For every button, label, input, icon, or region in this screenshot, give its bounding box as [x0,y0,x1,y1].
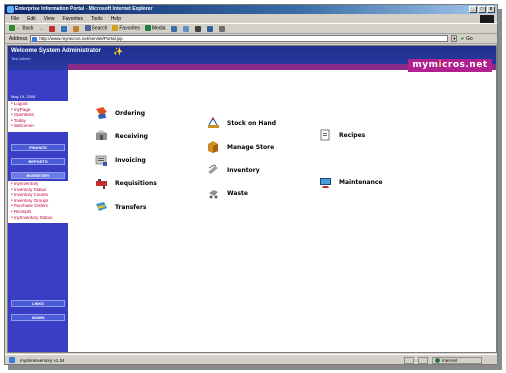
sidebar: May 19, 2005 Logout myPage OpenBots Toda… [8,70,68,352]
star-icon [112,25,119,32]
sidebar-button-links[interactable]: LINKS [11,300,65,307]
menu-edit[interactable]: Edit [27,16,36,22]
status-pane [418,356,428,364]
user-icon: ✨ [113,47,123,56]
media-icon [144,25,151,32]
menu-item-maintenance[interactable]: Maintenance [318,175,383,189]
address-input[interactable]: http://www.mymicros.net/servlet/Portal.j… [30,35,449,42]
recipes-icon [320,129,330,141]
history-icon[interactable] [170,25,177,32]
ie-icon [7,6,14,13]
menu-help[interactable]: Help [111,16,121,22]
windows-logo-icon [480,15,494,23]
window-controls: _ □ x [469,6,495,13]
window-title: Enterprise Information Portal - Microsof… [15,6,153,12]
stock-on-hand-icon [208,116,219,128]
go-button[interactable]: ➤ Go [460,36,472,42]
page-viewport: Welcome System Administrator Test Admin … [7,45,497,353]
back-button[interactable]: ← Back [9,25,34,32]
menu-item-requisitions[interactable]: Requisitions [94,176,157,190]
browser-window: Enterprise Information Portal - Microsof… [4,4,498,365]
menu-item-invoicing[interactable]: Invoicing [94,153,146,167]
waste-icon [209,190,218,199]
status-bar: mySimInventory v1.34 Internet [5,354,497,364]
menu-item-recipes[interactable]: Recipes [318,128,365,142]
home-icon[interactable] [72,25,79,32]
go-arrow-icon: ➤ [460,35,465,42]
address-bar: Address http://www.mymicros.net/servlet/… [5,34,497,44]
sidebar-button-admin[interactable]: ADMIN [11,314,65,321]
sidebar-link-welcome[interactable]: Welcome! [8,123,68,129]
print-icon[interactable] [194,25,201,32]
security-zone: Internet [432,356,482,364]
search-icon [84,25,91,32]
requisitions-icon [96,179,107,189]
refresh-icon[interactable] [60,25,67,32]
page-header: Welcome System Administrator Test Admin … [8,46,496,72]
back-arrow-icon [9,25,15,32]
address-label: Address [9,35,28,42]
title-bar: Enterprise Information Portal - Microsof… [5,5,497,14]
menu-tools[interactable]: Tools [91,16,103,22]
maintenance-icon [320,178,331,188]
media-button[interactable]: Media [144,25,166,32]
minimize-button[interactable]: _ [469,6,477,13]
menu-item-stock-on-hand[interactable]: Stock on Hand [206,116,276,130]
status-pane [404,356,414,364]
mail-icon[interactable] [182,25,189,32]
page-icon [32,36,38,42]
toolbar: ← Back → Search Favorites Media [5,23,497,34]
invoicing-icon [95,155,107,166]
search-button[interactable]: Search [84,25,107,32]
user-name: Test Admin [11,56,31,61]
welcome-text: Welcome System Administrator [11,48,102,54]
ordering-icon [96,107,107,119]
status-text: mySimInventory v1.34 [20,357,65,363]
menu-item-receiving[interactable]: Receiving [94,129,148,143]
menu-item-manage-store[interactable]: Manage Store [206,140,274,154]
module-grid: Ordering Receiving Invoicing Requisition… [68,70,496,352]
menu-view[interactable]: View [44,16,55,22]
menu-favorites[interactable]: Favorites [62,16,83,22]
maximize-button[interactable]: □ [478,6,486,13]
address-url: http://www.mymicros.net/servlet/Portal.j… [39,36,123,41]
sidebar-links: Logout myPage OpenBots Today Welcome! [8,101,68,132]
page-status-icon [9,357,15,363]
menu-file[interactable]: File [11,16,19,22]
discuss-icon[interactable] [218,25,225,32]
menu-item-ordering[interactable]: Ordering [94,106,145,120]
inventory-links: myInventory Inventory Status Inventory C… [8,181,68,223]
menu-item-inventory[interactable]: Inventory [206,163,260,177]
address-dropdown-icon[interactable]: ▼ [451,35,458,42]
menu-item-waste[interactable]: Waste [206,186,248,200]
menu-bar: File Edit View Favorites Tools Help [5,14,497,23]
favorites-button[interactable]: Favorites [112,25,140,32]
sidebar-button-reports[interactable]: REPORTS [11,158,65,165]
edit-icon[interactable] [206,25,213,32]
close-button[interactable]: x [487,6,495,13]
forward-button[interactable]: → [39,26,44,32]
inventory-icon [208,164,218,174]
sidebar-date: May 19, 2005 [11,94,36,99]
manage-store-icon [208,141,218,153]
sidebar-button-finance[interactable]: FINANCE [11,144,65,151]
sidebar-button-inventory[interactable]: INVENTORY [11,172,65,179]
sidebar-link-myinventory-status[interactable]: myInventory Status [8,215,68,221]
menu-item-transfers[interactable]: Transfers [94,200,147,214]
stop-icon[interactable] [48,25,55,32]
transfers-icon [96,202,107,211]
globe-icon [435,357,440,363]
receiving-icon [96,130,107,140]
